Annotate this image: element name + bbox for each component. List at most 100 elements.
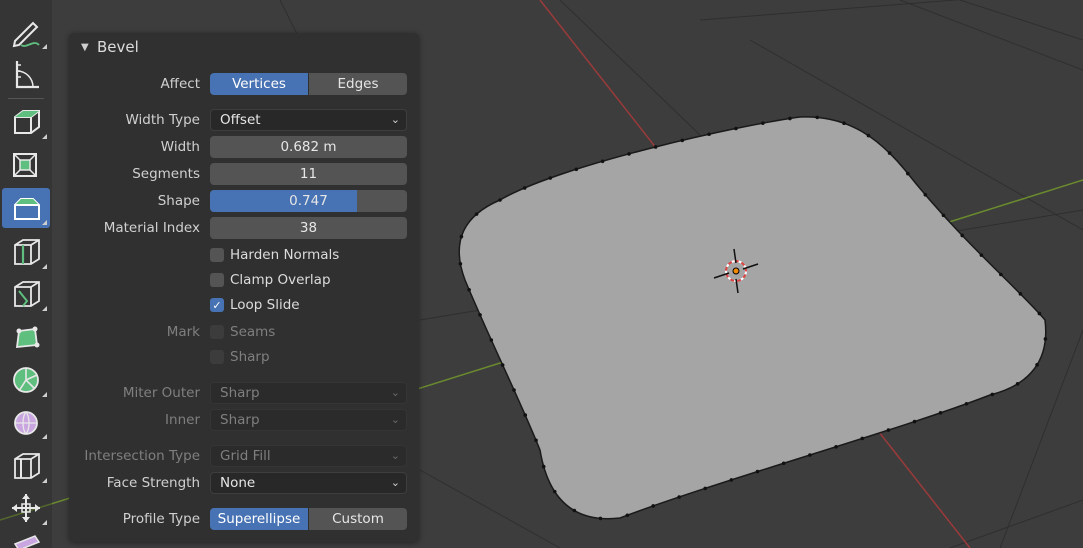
mesh-vertex[interactable]: [653, 145, 658, 149]
mesh-vertex[interactable]: [458, 261, 463, 266]
harden-normals-box[interactable]: [210, 248, 224, 262]
mesh-vertex[interactable]: [886, 428, 891, 432]
collapse-triangle-icon[interactable]: ▼: [81, 42, 95, 53]
mesh-vertex[interactable]: [598, 516, 603, 521]
harden-normals-checkbox[interactable]: Harden Normals: [210, 245, 339, 265]
mesh-vertex[interactable]: [941, 213, 946, 218]
mesh-vertex[interactable]: [781, 461, 786, 466]
mesh-vertex[interactable]: [522, 186, 527, 190]
material-index-field[interactable]: 38: [210, 217, 407, 239]
profile-superellipse-button[interactable]: Superellipse: [210, 508, 308, 530]
mesh-vertex[interactable]: [478, 313, 482, 317]
shrink-fatten-icon[interactable]: [2, 488, 50, 528]
affect-edges-button[interactable]: Edges: [308, 73, 407, 95]
mesh-vertex[interactable]: [729, 478, 734, 482]
tool-shelf: [0, 0, 52, 548]
mesh-vertex[interactable]: [574, 167, 579, 172]
mark-sharp-checkbox[interactable]: Sharp: [210, 347, 270, 367]
extrude-region-icon[interactable]: [2, 102, 50, 142]
mesh-vertex[interactable]: [938, 411, 943, 415]
segments-field[interactable]: 11: [210, 163, 407, 185]
shape-slider[interactable]: 0.747: [210, 190, 407, 212]
checkmark-icon[interactable]: ✓: [210, 298, 224, 312]
inner-dropdown[interactable]: Sharp ⌄: [210, 409, 407, 431]
beveled-face[interactable]: [458, 116, 1047, 520]
mesh-vertex[interactable]: [600, 159, 605, 164]
mesh-vertex[interactable]: [761, 121, 765, 125]
mesh-vertex[interactable]: [512, 388, 516, 392]
mesh-vertex[interactable]: [923, 192, 928, 197]
profile-custom-button[interactable]: Custom: [308, 508, 407, 530]
mesh-vertex[interactable]: [552, 489, 557, 494]
mesh-vertex[interactable]: [548, 176, 553, 180]
mesh-vertex[interactable]: [964, 401, 969, 406]
mesh-vertex[interactable]: [960, 233, 965, 238]
panel-header[interactable]: ▼ Bevel: [69, 33, 419, 61]
mesh-vertex[interactable]: [1018, 292, 1023, 296]
mesh-vertex[interactable]: [842, 121, 846, 126]
mesh-vertex[interactable]: [887, 151, 892, 155]
panel-title: Bevel: [97, 38, 139, 56]
mesh-vertex[interactable]: [912, 419, 917, 424]
annotate-icon[interactable]: [2, 12, 50, 52]
loop-cut-icon[interactable]: [2, 232, 50, 272]
mesh-vertex[interactable]: [523, 413, 528, 417]
mesh-vertex[interactable]: [651, 504, 655, 508]
shear-icon[interactable]: [2, 530, 50, 548]
mark-sharp-box[interactable]: [210, 350, 224, 364]
mesh-vertex[interactable]: [834, 444, 838, 449]
mesh-vertex[interactable]: [474, 212, 479, 216]
mesh-vertex[interactable]: [467, 287, 471, 292]
mesh-vertex[interactable]: [815, 115, 820, 120]
mesh-vertex[interactable]: [990, 392, 995, 397]
mesh-vertex[interactable]: [680, 138, 685, 143]
mesh-vertex[interactable]: [500, 363, 505, 367]
inset-faces-icon[interactable]: [2, 144, 50, 184]
miter-outer-dropdown[interactable]: Sharp ⌄: [210, 382, 407, 404]
mesh-vertex[interactable]: [707, 132, 711, 137]
width-type-dropdown[interactable]: Offset ⌄: [210, 109, 407, 131]
width-type-label: Width Type: [125, 112, 200, 128]
inner-row: Inner Sharp ⌄: [69, 409, 419, 431]
mesh-vertex[interactable]: [999, 272, 1003, 277]
mesh-vertex[interactable]: [1037, 311, 1042, 316]
affect-vertices-button[interactable]: Vertices: [210, 73, 308, 95]
mesh-vertex[interactable]: [1015, 382, 1020, 386]
mesh-vertex[interactable]: [459, 234, 464, 239]
mesh-vertex[interactable]: [866, 133, 871, 138]
mesh-vertex[interactable]: [788, 116, 792, 121]
loop-slide-checkbox[interactable]: ✓ Loop Slide: [210, 295, 300, 315]
mesh-vertex[interactable]: [625, 513, 630, 518]
knife-icon[interactable]: [2, 274, 50, 314]
intersection-type-dropdown[interactable]: Grid Fill ⌄: [210, 445, 407, 467]
mark-seams-box[interactable]: [210, 325, 224, 339]
mesh-vertex[interactable]: [572, 508, 577, 513]
mesh-vertex[interactable]: [677, 495, 681, 499]
edge-slide-icon[interactable]: [2, 446, 50, 486]
mark-seams-checkbox[interactable]: Seams: [210, 322, 275, 342]
mesh-vertex[interactable]: [860, 436, 865, 441]
face-strength-dropdown[interactable]: None ⌄: [210, 472, 407, 494]
mesh-vertex[interactable]: [541, 464, 546, 469]
mesh-vertex[interactable]: [498, 198, 502, 202]
smooth-icon[interactable]: [2, 402, 50, 442]
affect-row: Affect Vertices Edges: [69, 73, 419, 95]
mesh-vertex[interactable]: [734, 126, 738, 131]
mesh-vertex[interactable]: [534, 438, 538, 443]
mesh-vertex[interactable]: [1043, 337, 1048, 341]
bevel-icon[interactable]: [2, 188, 50, 228]
mesh-vertex[interactable]: [489, 338, 494, 342]
mesh-vertex[interactable]: [703, 486, 708, 491]
mesh-vertex[interactable]: [1035, 363, 1039, 367]
mesh-vertex[interactable]: [808, 453, 812, 457]
mesh-vertex[interactable]: [755, 469, 760, 474]
clamp-overlap-checkbox[interactable]: Clamp Overlap: [210, 270, 331, 290]
spin-icon[interactable]: [2, 360, 50, 400]
measure-icon[interactable]: [2, 54, 50, 94]
mesh-vertex[interactable]: [906, 171, 910, 176]
mesh-vertex[interactable]: [627, 152, 631, 156]
width-field[interactable]: 0.682 m: [210, 136, 407, 158]
poly-build-icon[interactable]: [2, 318, 50, 358]
clamp-overlap-box[interactable]: [210, 273, 224, 287]
mesh-vertex[interactable]: [979, 253, 984, 257]
